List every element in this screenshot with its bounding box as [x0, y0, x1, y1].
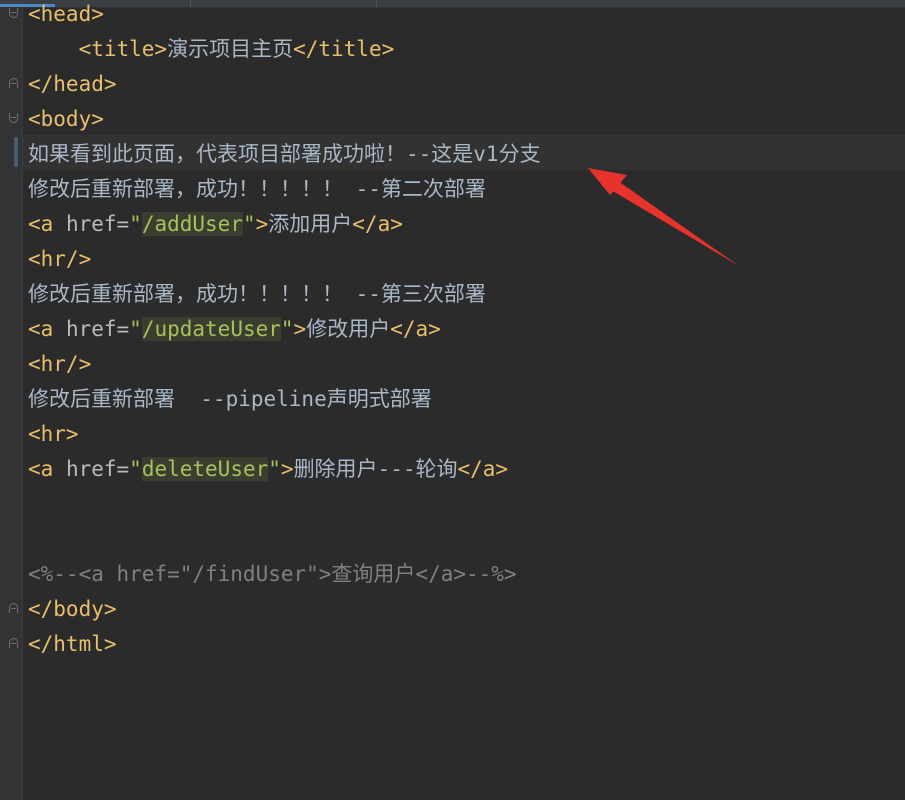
code-editor[interactable]: <head> <title>演示项目主页</title> </head> <bo… — [0, 0, 905, 800]
annotation-arrow-icon — [588, 168, 739, 266]
